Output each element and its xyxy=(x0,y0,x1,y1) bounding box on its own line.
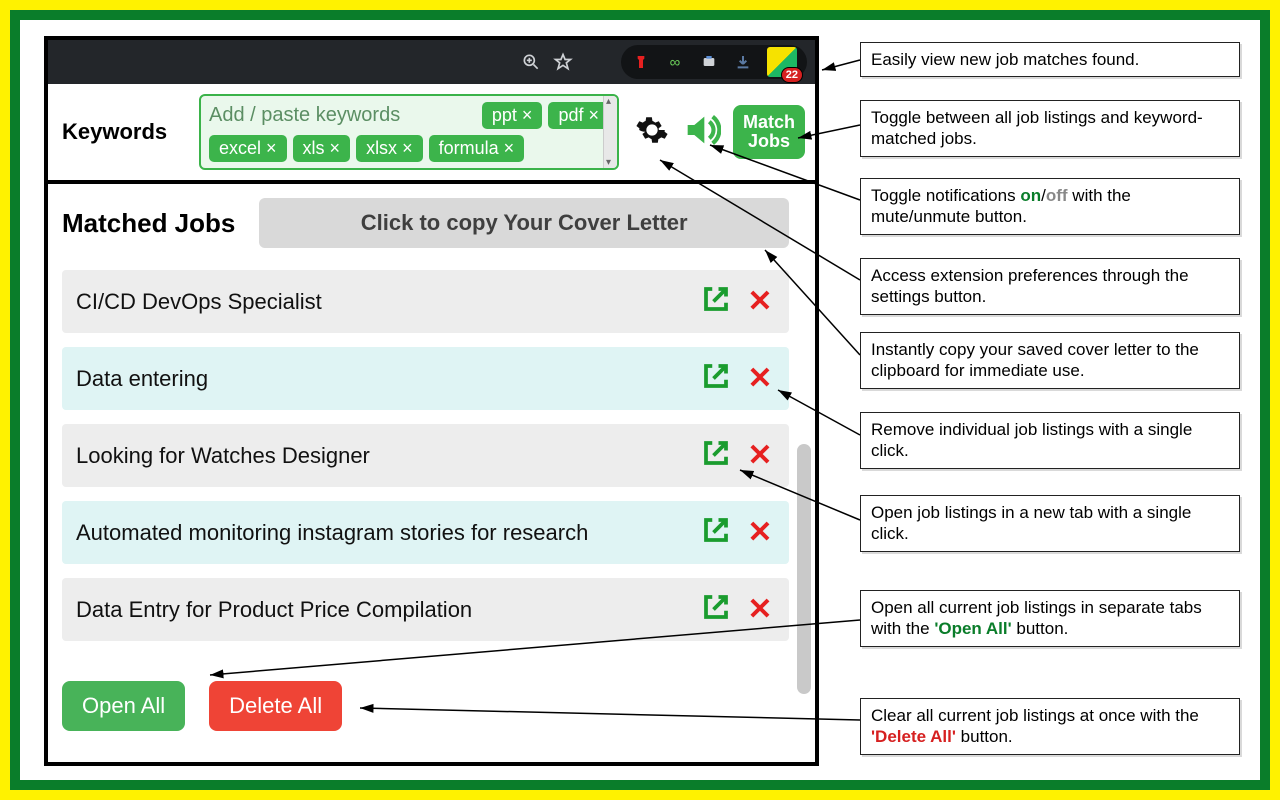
keyword-tag[interactable]: excel × xyxy=(209,135,287,162)
job-title: Automated monitoring instagram stories f… xyxy=(76,520,687,546)
delete-job-icon[interactable]: ✕ xyxy=(745,364,775,394)
job-title: Data Entry for Product Price Compilation xyxy=(76,597,687,623)
extension-popup: ∞ 22 Keywords Add / paste keywords ppt × xyxy=(44,36,819,766)
tray-icon-3[interactable] xyxy=(699,52,719,72)
keywords-label: Keywords xyxy=(62,119,187,145)
keywords-scrollbar[interactable] xyxy=(603,96,617,168)
keyword-tag[interactable]: pdf × xyxy=(548,102,609,129)
job-list: CI/CD DevOps Specialist ✕ Data entering … xyxy=(62,270,789,641)
keywords-input-box[interactable]: Add / paste keywords ppt × pdf × excel ×… xyxy=(199,94,619,170)
delete-job-icon[interactable]: ✕ xyxy=(745,287,775,317)
keyword-tag[interactable]: formula × xyxy=(429,135,525,162)
open-in-tab-icon[interactable] xyxy=(701,515,731,550)
delete-all-button[interactable]: Delete All xyxy=(209,681,342,731)
keywords-section: Keywords Add / paste keywords ppt × pdf … xyxy=(48,84,815,180)
delete-job-icon[interactable]: ✕ xyxy=(745,441,775,471)
job-row: CI/CD DevOps Specialist ✕ xyxy=(62,270,789,333)
matched-jobs-section: Matched Jobs Click to copy Your Cover Le… xyxy=(48,184,815,762)
matched-jobs-title: Matched Jobs xyxy=(62,208,235,239)
open-in-tab-icon[interactable] xyxy=(701,361,731,396)
extensions-tray: ∞ 22 xyxy=(621,45,807,79)
sound-on-icon[interactable] xyxy=(681,110,721,155)
open-all-button[interactable]: Open All xyxy=(62,681,185,731)
match-jobs-button[interactable]: Match Jobs xyxy=(733,105,805,159)
callout-settings: Access extension preferences through the… xyxy=(860,258,1240,315)
keyword-tag[interactable]: xls × xyxy=(293,135,351,162)
open-in-tab-icon[interactable] xyxy=(701,284,731,319)
job-title: Data entering xyxy=(76,366,687,392)
keyword-tag[interactable]: xlsx × xyxy=(356,135,423,162)
job-row: Data entering ✕ xyxy=(62,347,789,410)
callout-delete-all: Clear all current job listings at once w… xyxy=(860,698,1240,755)
job-row: Automated monitoring instagram stories f… xyxy=(62,501,789,564)
tray-icon-1[interactable] xyxy=(631,52,651,72)
callout-badge: Easily view new job matches found. xyxy=(860,42,1240,77)
copy-cover-letter-button[interactable]: Click to copy Your Cover Letter xyxy=(259,198,789,248)
callout-open-one: Open job listings in a new tab with a si… xyxy=(860,495,1240,552)
keywords-placeholder: Add / paste keywords xyxy=(209,104,476,127)
notification-badge: 22 xyxy=(781,67,803,83)
delete-job-icon[interactable]: ✕ xyxy=(745,518,775,548)
extension-icon[interactable]: 22 xyxy=(767,47,797,77)
callout-delete-one: Remove individual job listings with a si… xyxy=(860,412,1240,469)
zoom-icon[interactable] xyxy=(519,50,543,74)
download-icon[interactable] xyxy=(733,52,753,72)
bookmark-star-icon[interactable] xyxy=(551,50,575,74)
job-title: CI/CD DevOps Specialist xyxy=(76,289,687,315)
open-in-tab-icon[interactable] xyxy=(701,592,731,627)
callout-sound: Toggle notifications on/off with the mut… xyxy=(860,178,1240,235)
callout-open-all: Open all current job listings in separat… xyxy=(860,590,1240,647)
callout-match-toggle: Toggle between all job listings and keyw… xyxy=(860,100,1240,157)
open-in-tab-icon[interactable] xyxy=(701,438,731,473)
job-row: Looking for Watches Designer ✕ xyxy=(62,424,789,487)
delete-job-icon[interactable]: ✕ xyxy=(745,595,775,625)
job-list-scrollbar[interactable] xyxy=(797,444,811,694)
browser-toolbar: ∞ 22 xyxy=(48,40,815,84)
callout-cover-letter: Instantly copy your saved cover letter t… xyxy=(860,332,1240,389)
settings-icon[interactable] xyxy=(635,113,669,152)
job-row: Data Entry for Product Price Compilation… xyxy=(62,578,789,641)
tray-icon-2[interactable]: ∞ xyxy=(665,52,685,72)
job-title: Looking for Watches Designer xyxy=(76,443,687,469)
keyword-tag[interactable]: ppt × xyxy=(482,102,543,129)
